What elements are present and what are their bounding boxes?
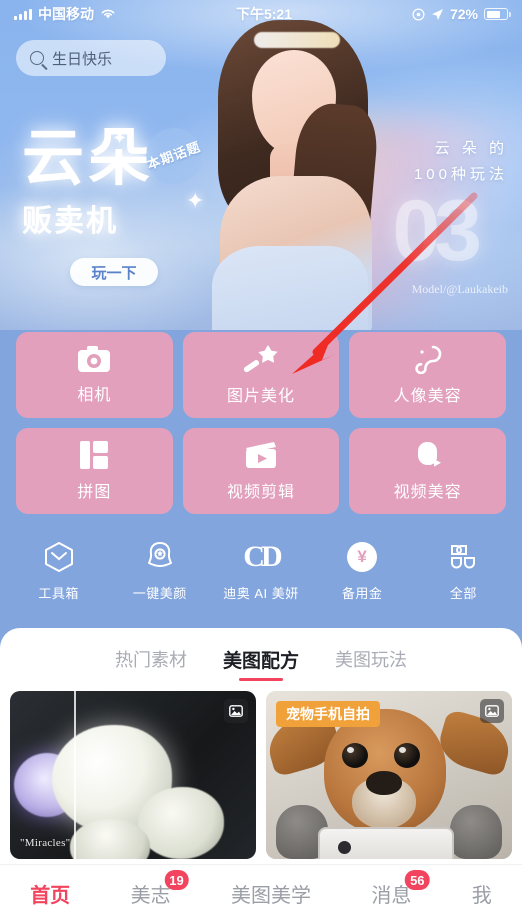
hero-side-text: 云 朵 的 100种玩法: [414, 136, 508, 188]
feature-row-2: 拼图 视频剪辑 视频美容: [16, 428, 507, 514]
portrait-beauty-icon: [414, 345, 441, 374]
tile-label: 视频剪辑: [227, 484, 296, 501]
camera-icon: [78, 346, 111, 372]
hero-side-line1: 云 朵 的: [434, 140, 508, 157]
sparkle-icon: ✦: [186, 188, 205, 213]
search-bar[interactable]: 生日快乐: [16, 40, 166, 76]
hero-side-line2: 100种玩法: [413, 166, 508, 183]
app-screen: 03 云朵 贩卖机 ✦ ✦ 本期话题 玩一下 云 朵 的 100种玩法 Mode…: [0, 0, 522, 922]
shortcut-label: 工具箱: [38, 586, 79, 601]
search-input[interactable]: 生日快乐: [52, 48, 112, 69]
sparkle-icon: ✦: [112, 128, 128, 148]
white-rose-secondary: [138, 787, 224, 859]
grid-all-icon: [448, 540, 478, 574]
shortcut-one-tap-beauty[interactable]: 一键美颜: [114, 540, 206, 602]
battery-icon: [484, 8, 511, 20]
before-after-divider: [74, 691, 76, 859]
status-bar: 中国移动 下午5:21 72%: [0, 0, 522, 28]
alarm-icon: [412, 7, 425, 21]
dior-cd-logo-icon: CD: [243, 540, 282, 573]
shortcut-reserve-fund[interactable]: ¥ 备用金: [316, 540, 408, 602]
tab-hot-materials[interactable]: 热门素材: [115, 646, 187, 681]
tab-meitu-playstyle[interactable]: 美图玩法: [335, 646, 407, 681]
content-card-roses[interactable]: "Miracles": [10, 691, 256, 859]
card-caption: "Miracles": [20, 837, 71, 849]
nav-me[interactable]: 我: [468, 879, 496, 908]
shortcut-all[interactable]: 全部: [417, 540, 509, 602]
tile-label: 视频美容: [393, 484, 462, 501]
tile-video-beauty[interactable]: 视频美容: [349, 428, 507, 514]
content-card-pet-selfie[interactable]: 宠物手机自拍: [266, 691, 512, 859]
tab-label: 美图玩法: [335, 650, 407, 670]
hero-cta-label: 玩一下: [91, 264, 137, 282]
tab-bar: 热门素材 美图配方 美图玩法: [0, 628, 522, 691]
shortcut-toolbox[interactable]: 工具箱: [13, 540, 105, 602]
bottom-navigation: 首页 美志 19 美图美学 消息 56 我: [0, 864, 522, 922]
yen-coin-icon: ¥: [347, 540, 378, 574]
shortcut-label: 备用金: [341, 586, 383, 601]
magic-wand-icon: [244, 345, 278, 373]
tile-label: 相机: [77, 387, 112, 404]
wifi-icon: [101, 9, 115, 19]
tab-label: 热门素材: [114, 650, 187, 670]
signal-bars-icon: [14, 8, 32, 20]
tile-camera[interactable]: 相机: [16, 332, 173, 418]
search-icon: [30, 51, 44, 65]
image-icon: [480, 699, 504, 723]
toolbox-icon: [43, 540, 75, 574]
tile-label: 拼图: [77, 484, 112, 501]
nav-home[interactable]: 首页: [26, 879, 74, 908]
topic-badge-label: 本期话题: [144, 138, 203, 173]
one-tap-beauty-icon: [144, 540, 176, 574]
card-ribbon: 宠物手机自拍: [276, 701, 380, 727]
nav-label: 消息: [371, 885, 412, 907]
collage-icon: [80, 441, 109, 469]
tile-label: 人像美容: [393, 388, 462, 405]
hero-number: 03: [392, 183, 482, 279]
shortcut-label: 一键美颜: [132, 586, 187, 601]
shortcut-label: 迪奥 AI 美妍: [223, 586, 299, 601]
tile-collage[interactable]: 拼图: [16, 428, 173, 514]
carrier-label: 中国移动: [38, 6, 94, 22]
shortcut-dior-ai-beauty[interactable]: CD 迪奥 AI 美妍: [215, 540, 307, 602]
hero-cta-button[interactable]: 玩一下: [70, 258, 158, 286]
nav-badge: 19: [164, 870, 189, 890]
battery-percent-label: 72%: [449, 6, 478, 22]
tab-label: 美图配方: [222, 651, 299, 672]
video-clapper-icon: [246, 442, 276, 468]
tile-image-beautify[interactable]: 图片美化: [182, 332, 340, 418]
nav-aesthetics[interactable]: 美图美学: [227, 879, 315, 908]
status-time: 下午5:21: [235, 6, 292, 22]
nav-meizhi[interactable]: 美志 19: [127, 870, 189, 908]
card-list: "Miracles" 宠物手机自拍: [0, 691, 522, 859]
nav-label: 美图美学: [230, 885, 311, 907]
shortcut-label: 全部: [449, 586, 477, 601]
nav-badge: 56: [405, 870, 430, 890]
nav-label: 首页: [30, 885, 71, 907]
nav-label: 美志: [130, 885, 171, 907]
tile-portrait-beauty[interactable]: 人像美容: [349, 332, 507, 418]
model-watermark: Model/@Laukakeib: [411, 282, 508, 296]
image-icon: [224, 699, 248, 723]
nav-label: 我: [471, 885, 492, 907]
tab-meitu-recipe[interactable]: 美图配方: [223, 646, 299, 681]
shortcut-row: 工具箱 一键美颜 CD 迪奥 AI 美妍 ¥ 备用金 全部: [0, 540, 522, 602]
feature-row-1: 相机 图片美化 人像美容: [16, 332, 507, 418]
card-ribbon-label: 宠物手机自拍: [286, 706, 370, 722]
video-beauty-icon: [417, 442, 441, 467]
tile-label: 图片美化: [227, 388, 296, 405]
feature-grid: 相机 图片美化 人像美容 拼图 视频剪辑 视频美容: [16, 332, 507, 524]
location-arrow-icon: [431, 8, 443, 20]
nav-messages[interactable]: 消息 56: [367, 870, 430, 908]
tile-video-edit[interactable]: 视频剪辑: [182, 428, 340, 514]
